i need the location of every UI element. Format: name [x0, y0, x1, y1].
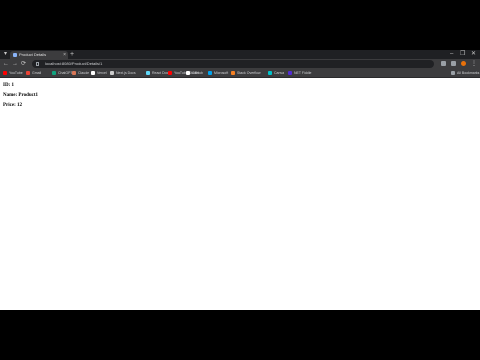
bookmark-label: GitHub [192, 71, 203, 75]
site-info-icon[interactable] [36, 62, 39, 66]
bookmark-label: Canva [274, 71, 285, 75]
extensions-icon[interactable] [441, 61, 446, 66]
bookmark-item[interactable]: GitHub [186, 70, 203, 76]
bookmark-item[interactable]: ChatGPT [52, 70, 73, 76]
bookmark-item[interactable]: YouTube [3, 70, 23, 76]
minimize-button[interactable]: – [450, 50, 453, 59]
claude-icon [72, 71, 76, 75]
all-bookmarks-button[interactable]: All Bookmarks [451, 70, 479, 76]
bookmark-item[interactable]: Next.js Docs [110, 70, 136, 76]
bookmark-label: Next.js Docs [116, 71, 136, 75]
bookmark-item[interactable]: React Docs [146, 70, 170, 76]
browser-toolbar: ← → ⟳ localhost:8080/Product/Details/1 ⋮ [0, 59, 480, 69]
react-icon [146, 71, 150, 75]
youtube-icon [3, 71, 7, 75]
bookmark-item[interactable]: NET Fiddle [288, 70, 311, 76]
tab-search-icon[interactable]: ▾ [2, 51, 9, 58]
close-window-button[interactable]: ✕ [471, 50, 476, 59]
new-tab-button[interactable]: + [70, 50, 74, 59]
reload-button[interactable]: ⟳ [21, 60, 26, 68]
bookmarks-bar: YouTube Gmail ChatGPT Claude Vercel Next… [0, 69, 480, 78]
tab-strip: ▾ Product Details × + – ❐ ✕ [0, 50, 480, 59]
tab-product-details[interactable]: Product Details × [10, 51, 68, 59]
address-url: localhost:8080/Product/Details/1 [45, 61, 103, 66]
bookmark-label: Vercel [97, 71, 107, 75]
bookmark-item[interactable]: Canva [268, 70, 284, 76]
stackoverflow-icon [231, 71, 235, 75]
download-icon[interactable] [451, 61, 456, 66]
bookmark-label: Gmail [32, 71, 42, 75]
browser-menu-icon[interactable]: ⋮ [471, 60, 477, 68]
bookmark-item[interactable]: Vercel [91, 70, 107, 76]
gmail-icon [26, 71, 30, 75]
bookmark-label: ChatGPT [58, 71, 73, 75]
back-button[interactable]: ← [3, 60, 9, 68]
youtube-studio-icon [168, 71, 172, 75]
chatgpt-icon [52, 71, 56, 75]
bookmark-item[interactable]: Claude [72, 70, 89, 76]
bookmark-label: Microsoft [214, 71, 229, 75]
bookmark-label: Claude [78, 71, 90, 75]
forward-button[interactable]: → [12, 60, 18, 68]
address-bar[interactable]: localhost:8080/Product/Details/1 [32, 60, 434, 68]
product-price: Price: 12 [3, 103, 23, 108]
microsoft-icon [208, 71, 212, 75]
product-name: Name: Product1 [3, 93, 39, 98]
bookmark-item[interactable]: Microsoft [208, 70, 228, 76]
maximize-button[interactable]: ❐ [460, 50, 465, 59]
bookmark-item[interactable]: Stack Overflow [231, 70, 261, 76]
bookmark-label: YouTube [9, 71, 23, 75]
vercel-icon [91, 71, 95, 75]
github-icon [186, 71, 190, 75]
product-id: ID: 1 [3, 83, 14, 88]
page-content: ID: 1 Name: Product1 Price: 12 [0, 78, 480, 310]
tab-title: Product Details [19, 52, 47, 57]
page-favicon-icon [13, 53, 17, 57]
bookmark-label: NET Fiddle [294, 71, 312, 75]
tab-close-icon[interactable]: × [63, 52, 66, 58]
bookmark-label: Stack Overflow [237, 71, 261, 75]
bookmark-item[interactable]: Gmail [26, 70, 41, 76]
profile-avatar-icon[interactable] [461, 61, 466, 66]
dotnetfiddle-icon [288, 71, 292, 75]
nextjs-icon [110, 71, 114, 75]
browser-window: ▾ Product Details × + – ❐ ✕ ← → ⟳ localh… [0, 50, 480, 310]
all-bookmarks-label: All Bookmarks [457, 71, 480, 75]
canva-icon [268, 71, 272, 75]
folder-icon [451, 71, 455, 75]
